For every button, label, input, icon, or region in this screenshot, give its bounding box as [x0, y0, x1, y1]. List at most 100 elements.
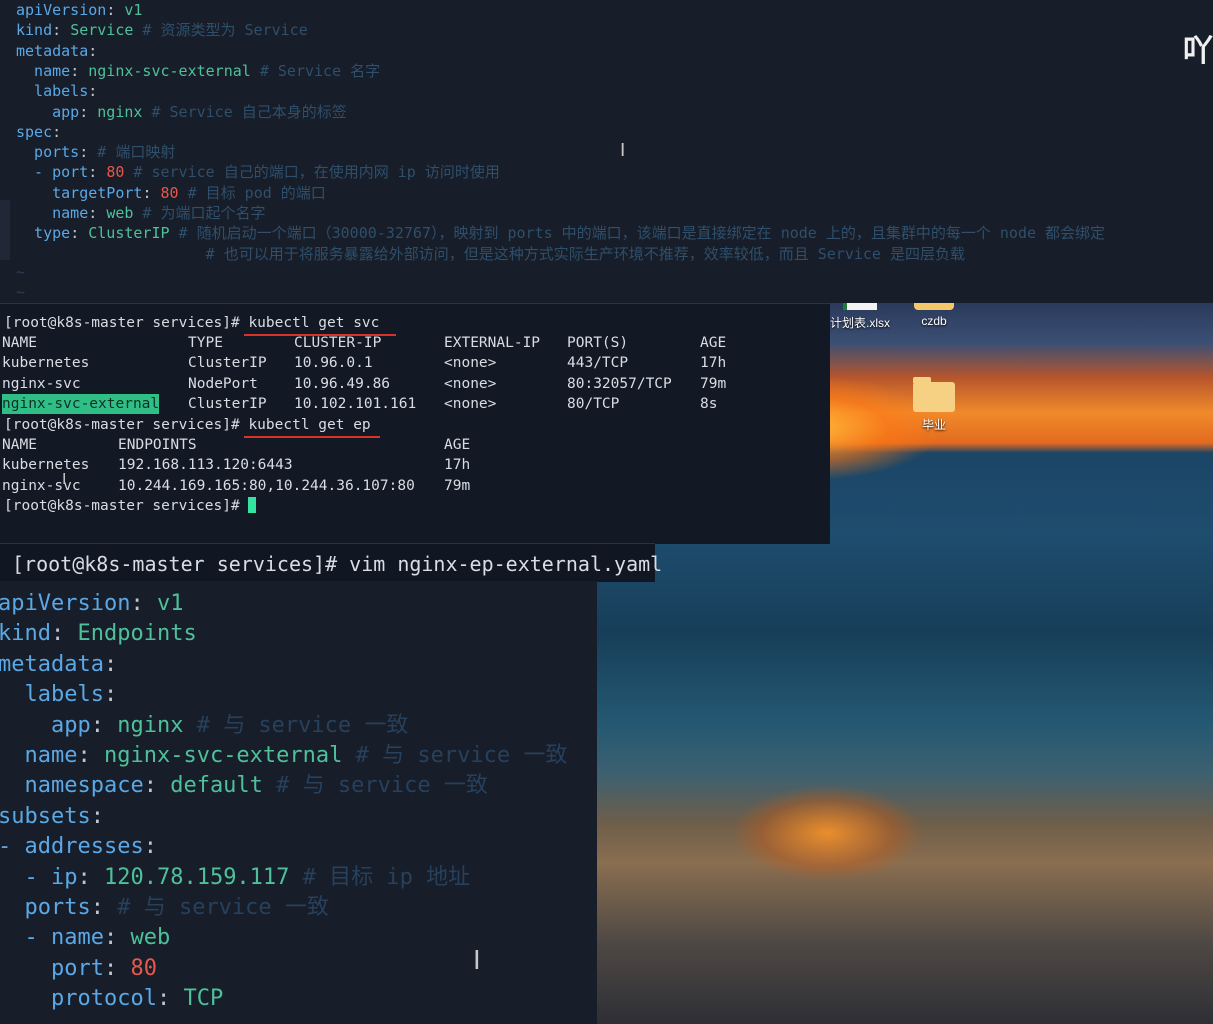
terminal-window[interactable]: [root@k8s-master services]# kubectl get … [0, 303, 830, 544]
command-text: kubectl get ep [248, 417, 371, 433]
yaml-key: port [0, 955, 104, 981]
yaml-comment: # Service 自己本身的标签 [142, 102, 347, 121]
corner-glyph: 吖 [1183, 34, 1213, 69]
top-editor-pane[interactable]: apiVersion: v1 kind: Service # 资源类型为 Serv… [0, 0, 1213, 303]
yaml-sep: : [90, 712, 118, 738]
yaml-line: metadata: [16, 41, 97, 61]
yaml-sep: : [143, 834, 157, 860]
table-cell: 443/TCP [567, 355, 629, 372]
yaml-line: labels: [0, 680, 117, 710]
yaml-key: protocol [0, 986, 157, 1012]
yaml-key: name [16, 204, 89, 222]
yaml-sep: : [130, 591, 157, 616]
yaml-line: type: ClusterIP # 随机启动一个端口（30000-32767），… [16, 223, 1105, 243]
yaml-value: v1 [156, 591, 184, 616]
yaml-line: kind: Service # 资源类型为 Service [16, 20, 308, 40]
terminal-prompt-line[interactable]: [root@k8s-master services]# [4, 496, 257, 516]
table-cell: 10.96.49.86 [294, 375, 391, 392]
desktop-icon-graduation[interactable]: 毕业 [899, 377, 969, 433]
yaml-sep: : [90, 803, 104, 829]
table-cell: 10.96.0.1 [294, 355, 373, 372]
yaml-key: type [16, 224, 71, 243]
yaml-sep: : [142, 183, 161, 202]
yaml-key: name [0, 743, 78, 768]
yaml-key: targetPort [16, 183, 143, 202]
yaml-sep: : [103, 955, 131, 981]
yaml-sep: : [143, 773, 171, 799]
yaml-comment: # 端口映射 [88, 143, 176, 162]
yaml-line: name: web # 为端口起个名字 [16, 203, 266, 223]
yaml-key: app [16, 102, 80, 121]
yaml-line: ports: # 端口映射 [16, 142, 175, 162]
yaml-value: 80 [160, 183, 179, 202]
yaml-comment: # 与 service 一致 [103, 895, 329, 920]
yaml-key: kind [16, 21, 53, 40]
table-cell: 192.168.113.120:6443 [118, 457, 293, 474]
yaml-sep: : [88, 82, 98, 101]
table-cell: nginx-svc [2, 375, 81, 392]
yaml-sep: : [103, 925, 131, 951]
yaml-sep: : [52, 122, 62, 141]
yaml-line: - ip: 120.78.159.117 # 目标 ip 地址 [0, 863, 470, 893]
yaml-line: ports: # 与 service 一致 [0, 893, 329, 923]
yaml-key: subsets [0, 803, 91, 829]
yaml-key: kind [0, 621, 51, 647]
yaml-comment: # 资源类型为 Service [133, 21, 308, 40]
empty-line-marker: ~ [16, 283, 26, 301]
ibeam-cursor-icon: I [473, 946, 481, 976]
red-underline [244, 436, 380, 438]
yaml-value: 80 [130, 955, 157, 981]
yaml-sep: : [106, 1, 125, 19]
yaml-comment: # 与 service 一致 [183, 712, 409, 738]
yaml-sep: : [79, 102, 98, 121]
banner-command: [root@k8s-master services]# vim nginx-ep… [12, 552, 663, 576]
yaml-sep: : [88, 204, 107, 222]
table-cell: 17h [700, 355, 727, 372]
yaml-key: - name [0, 925, 104, 951]
yaml-key: namespace [0, 773, 144, 799]
ibeam-cursor-icon: I [62, 470, 67, 488]
yaml-line: - name: web [0, 923, 170, 953]
yaml-comment: # 目标 ip 地址 [289, 864, 471, 890]
yaml-key: labels [0, 682, 104, 708]
command-banner: [root@k8s-master services]# vim nginx-ep… [0, 543, 662, 582]
yaml-line: kind: Endpoints [0, 619, 197, 649]
bottom-editor-pane[interactable]: apiVersion: v1 kind: Endpoints metadata: l… [0, 581, 597, 1024]
yaml-value: web [106, 204, 134, 222]
prompt: [root@k8s-master services]# [4, 315, 249, 331]
table-cell: NodePort [188, 375, 258, 392]
desktop-icon-label: 毕业 [921, 418, 946, 432]
yaml-sep: : [70, 224, 89, 243]
yaml-comment: # service 自己的端口，在使用内网 ip 访问时使用 [124, 163, 500, 182]
yaml-line: name: nginx-svc-external # 与 service 一致 [0, 741, 567, 771]
yaml-sep: : [90, 895, 104, 920]
yaml-line: metadata: [0, 650, 117, 680]
yaml-value: nginx [97, 102, 143, 121]
terminal-prompt-line: [root@k8s-master services]# kubectl get … [4, 313, 379, 333]
table-cell: kubernetes [2, 355, 90, 372]
yaml-sep: : [70, 61, 89, 80]
yaml-value: ClusterIP [88, 224, 170, 243]
yaml-value: TCP [183, 986, 224, 1012]
yaml-key: spec [16, 122, 53, 141]
yaml-value: Endpoints [77, 621, 197, 647]
yaml-comment: # 目标 pod 的端口 [178, 183, 326, 202]
yaml-key: metadata [16, 41, 89, 60]
table-cell: ClusterIP [188, 395, 267, 412]
yaml-comment: # 与 service 一致 [262, 773, 488, 799]
table-header: AGE [444, 437, 471, 453]
table-header: PORT(S) [567, 335, 629, 351]
yaml-comment: # 为端口起个名字 [133, 204, 266, 222]
yaml-value: Service [70, 21, 134, 40]
yaml-line: namespace: default # 与 service 一致 [0, 771, 488, 801]
yaml-key: - port [16, 163, 89, 182]
yaml-line: # 也可以用于将服务暴露给外部访问，但是这种方式实际生产环境不推荐，效率较低，而… [16, 244, 965, 264]
table-cell: 79m [444, 477, 471, 494]
table-header: AGE [700, 335, 727, 351]
yaml-key: - ip [0, 864, 78, 890]
table-cell: <none> [444, 375, 497, 392]
yaml-line: - port: 80 # service 自己的端口，在使用内网 ip 访问时使… [16, 162, 500, 182]
yaml-line: labels: [16, 81, 97, 101]
prompt: [root@k8s-master services]# [4, 498, 249, 514]
terminal-prompt-line: [root@k8s-master services]# kubectl get … [4, 415, 371, 435]
